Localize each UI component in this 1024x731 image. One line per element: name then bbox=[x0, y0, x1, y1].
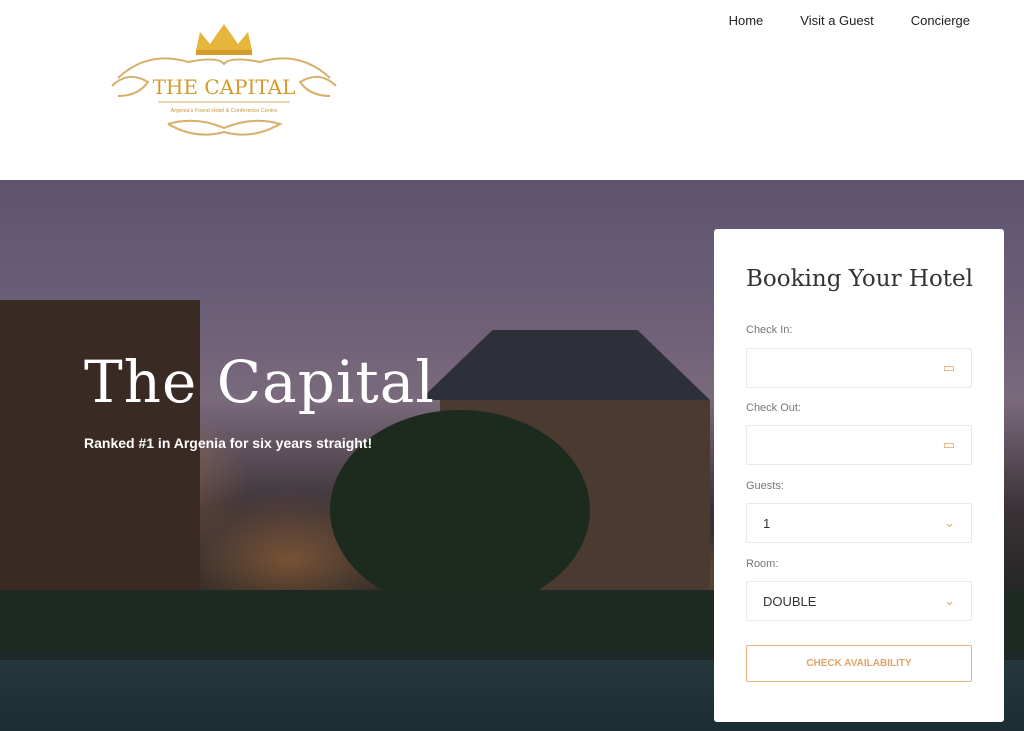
room-label: Room: bbox=[746, 558, 779, 570]
chevron-down-icon: ⌄ bbox=[944, 515, 955, 530]
check-out-input[interactable]: ▭ bbox=[746, 425, 972, 465]
calendar-icon[interactable]: ▭ bbox=[943, 360, 955, 376]
hero-title: The Capital bbox=[84, 348, 435, 416]
nav-concierge[interactable]: Concierge bbox=[911, 13, 970, 28]
check-availability-button[interactable]: CHECK AVAILABILITY bbox=[746, 645, 972, 682]
check-in-input[interactable]: ▭ bbox=[746, 348, 972, 388]
header: THE CAPITAL Argenia's Finest Hotel & Con… bbox=[0, 0, 1024, 180]
hero-tagline: Ranked #1 in Argenia for six years strai… bbox=[84, 435, 373, 451]
guests-select[interactable]: 1 ⌄ bbox=[746, 503, 972, 543]
calendar-icon[interactable]: ▭ bbox=[943, 437, 955, 453]
crown-logo-icon: THE CAPITAL Argenia's Finest Hotel & Con… bbox=[111, 24, 337, 136]
booking-form: Booking Your Hotel Check In: ▭ Check Out… bbox=[714, 229, 1004, 722]
nav-visit-a-guest[interactable]: Visit a Guest bbox=[800, 13, 873, 28]
guests-value: 1 bbox=[763, 515, 771, 531]
logo-subtitle: Argenia's Finest Hotel & Conference Cent… bbox=[171, 108, 278, 114]
hotel-roof bbox=[420, 330, 710, 400]
nav-home[interactable]: Home bbox=[729, 13, 764, 28]
check-out-label: Check Out: bbox=[746, 402, 802, 414]
booking-title: Booking Your Hotel bbox=[746, 266, 974, 292]
guests-label: Guests: bbox=[746, 480, 784, 492]
main-nav: Home Visit a Guest Concierge bbox=[729, 13, 970, 28]
logo[interactable]: THE CAPITAL Argenia's Finest Hotel & Con… bbox=[108, 20, 340, 148]
room-select[interactable]: DOUBLE ⌄ bbox=[746, 581, 972, 621]
logo-title: THE CAPITAL bbox=[153, 75, 296, 99]
room-value: DOUBLE bbox=[763, 593, 817, 609]
check-in-label: Check In: bbox=[746, 324, 793, 336]
chevron-down-icon: ⌄ bbox=[944, 593, 955, 608]
